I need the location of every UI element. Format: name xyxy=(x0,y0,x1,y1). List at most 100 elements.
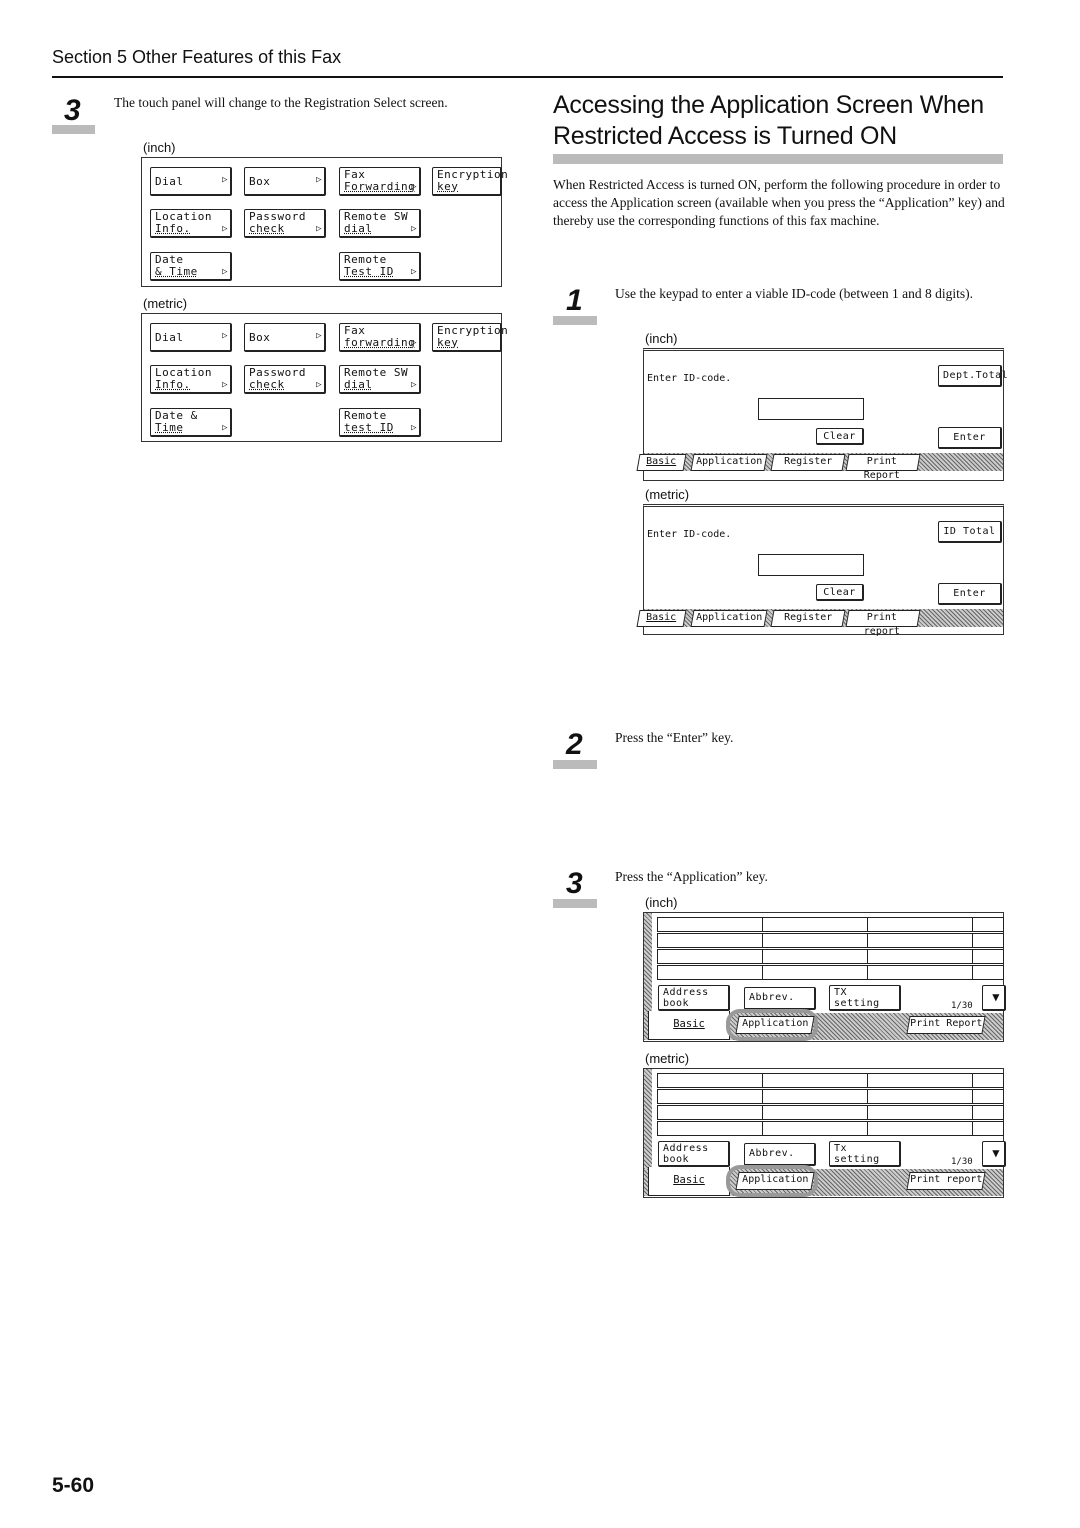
destination-cell[interactable] xyxy=(762,965,868,980)
registration-button[interactable]: Location Info. ▷ xyxy=(150,365,232,394)
tab-application[interactable]: Application xyxy=(690,454,768,471)
registration-button[interactable]: Fax Forwarding ▷ xyxy=(339,167,421,196)
button-label-line: check xyxy=(249,378,285,391)
tab-basic[interactable]: Basic xyxy=(648,1167,730,1196)
registration-button[interactable]: Location Info. ▷ xyxy=(150,209,232,238)
destination-cell[interactable] xyxy=(867,917,973,932)
destination-cell[interactable] xyxy=(657,1105,763,1120)
destination-cell[interactable] xyxy=(762,949,868,964)
id-code-input[interactable] xyxy=(758,398,864,420)
title-line: Restricted Access is Turned ON xyxy=(553,122,897,150)
registration-button[interactable]: Box ▷ xyxy=(244,323,326,352)
tx-setting-button[interactable]: TX setting xyxy=(829,985,901,1011)
tab-basic[interactable]: Basic xyxy=(636,610,687,627)
destination-cell[interactable] xyxy=(867,1121,973,1136)
page-counter: 1/30 xyxy=(951,1157,973,1167)
destination-cell[interactable] xyxy=(762,1105,868,1120)
enter-button[interactable]: Enter xyxy=(938,583,1002,605)
scroll-down-button[interactable]: ▼ xyxy=(982,1141,1006,1167)
tab-print-report[interactable]: Print Report xyxy=(906,1016,986,1034)
tab-basic[interactable]: Basic xyxy=(636,454,687,471)
destination-cell[interactable] xyxy=(972,965,1004,980)
button-label-line: Test ID xyxy=(344,265,394,278)
destination-cell[interactable] xyxy=(762,917,868,932)
id-code-screen-metric: Enter ID-code. Clear ID Total Enter Basic App… xyxy=(636,504,1004,637)
abbrev-button[interactable]: Abbrev. xyxy=(744,987,816,1010)
destination-cell[interactable] xyxy=(972,1105,1004,1120)
registration-button[interactable]: Password check ▷ xyxy=(244,209,326,238)
tab-label: Application xyxy=(742,1018,809,1029)
button-label-line: Forwarding xyxy=(344,180,416,193)
destination-cell[interactable] xyxy=(762,1121,868,1136)
destination-cell[interactable] xyxy=(762,933,868,948)
button-label-line: dial xyxy=(344,222,373,235)
step-text: Press the “Application” key. xyxy=(615,869,768,884)
header-divider xyxy=(52,76,1003,78)
destination-cell[interactable] xyxy=(762,1089,868,1104)
tx-setting-button[interactable]: Tx setting xyxy=(829,1141,901,1167)
registration-button[interactable]: Fax forwarding ▷ xyxy=(339,323,421,352)
button-label-line: Box xyxy=(249,175,271,188)
registration-button[interactable]: Encryption key xyxy=(432,167,508,196)
destination-cell[interactable] xyxy=(657,1089,763,1104)
destination-cell[interactable] xyxy=(867,949,973,964)
clear-button[interactable]: Clear xyxy=(816,584,864,601)
page-title: Accessing the Application Screen When Res… xyxy=(553,90,984,152)
destination-cell[interactable] xyxy=(657,1073,763,1088)
total-button[interactable]: ID Total xyxy=(938,521,1002,543)
destination-cell[interactable] xyxy=(972,917,1004,932)
tab-application[interactable]: Application xyxy=(690,610,768,627)
destination-cell[interactable] xyxy=(972,1121,1004,1136)
destination-cell[interactable] xyxy=(657,965,763,980)
destination-cell[interactable] xyxy=(867,1073,973,1088)
tab-basic[interactable]: Basic xyxy=(648,1011,730,1040)
id-code-input[interactable] xyxy=(758,554,864,576)
destination-cell[interactable] xyxy=(972,933,1004,948)
registration-button[interactable]: Date & Time ▷ xyxy=(150,408,232,437)
metric-label: (metric) xyxy=(143,296,188,311)
registration-button[interactable]: Remote test ID ▷ xyxy=(339,408,421,437)
chevron-right-icon: ▷ xyxy=(411,182,417,192)
destination-cell[interactable] xyxy=(657,1121,763,1136)
tab-application[interactable]: Application xyxy=(735,1016,815,1034)
tab-application[interactable]: Application xyxy=(735,1172,815,1190)
destination-cell[interactable] xyxy=(972,1089,1004,1104)
button-label-line: Address xyxy=(663,1143,709,1154)
registration-button[interactable]: Remote Test ID ▷ xyxy=(339,252,421,281)
registration-button[interactable]: Encryption key xyxy=(432,323,508,352)
chevron-right-icon: ▷ xyxy=(316,331,322,341)
scroll-down-button[interactable]: ▼ xyxy=(982,985,1006,1011)
abbrev-button[interactable]: Abbrev. xyxy=(744,1143,816,1166)
chevron-right-icon: ▷ xyxy=(222,380,228,390)
clear-button[interactable]: Clear xyxy=(816,428,864,445)
registration-button[interactable]: Remote SW dial ▷ xyxy=(339,365,421,394)
total-button[interactable]: Dept.Total xyxy=(938,365,1008,387)
tab-register[interactable]: Register xyxy=(770,454,846,471)
address-book-button[interactable]: Address book xyxy=(658,1141,730,1167)
destination-cell[interactable] xyxy=(657,949,763,964)
inch-label: (inch) xyxy=(645,895,678,910)
button-label-line: dial xyxy=(344,378,373,391)
tab-register[interactable]: Register xyxy=(770,610,846,627)
page-counter: 1/30 xyxy=(951,1001,973,1011)
registration-button[interactable]: Box ▷ xyxy=(244,167,326,196)
address-book-button[interactable]: Address book xyxy=(658,985,730,1011)
destination-cell[interactable] xyxy=(657,933,763,948)
tab-print-report[interactable]: Print report xyxy=(845,610,921,637)
registration-button[interactable]: Date & Time ▷ xyxy=(150,252,232,281)
registration-button[interactable]: Password check ▷ xyxy=(244,365,326,394)
destination-cell[interactable] xyxy=(972,1073,1004,1088)
registration-button[interactable]: Dial ▷ xyxy=(150,167,232,196)
destination-cell[interactable] xyxy=(762,1073,868,1088)
destination-cell[interactable] xyxy=(867,965,973,980)
destination-cell[interactable] xyxy=(867,1089,973,1104)
destination-cell[interactable] xyxy=(867,933,973,948)
destination-cell[interactable] xyxy=(972,949,1004,964)
registration-button[interactable]: Remote SW dial ▷ xyxy=(339,209,421,238)
tab-print-report[interactable]: Print Report xyxy=(845,454,921,481)
tab-print-report[interactable]: Print report xyxy=(906,1172,986,1190)
destination-cell[interactable] xyxy=(867,1105,973,1120)
enter-button[interactable]: Enter xyxy=(938,427,1002,449)
registration-button[interactable]: Dial ▷ xyxy=(150,323,232,352)
destination-cell[interactable] xyxy=(657,917,763,932)
